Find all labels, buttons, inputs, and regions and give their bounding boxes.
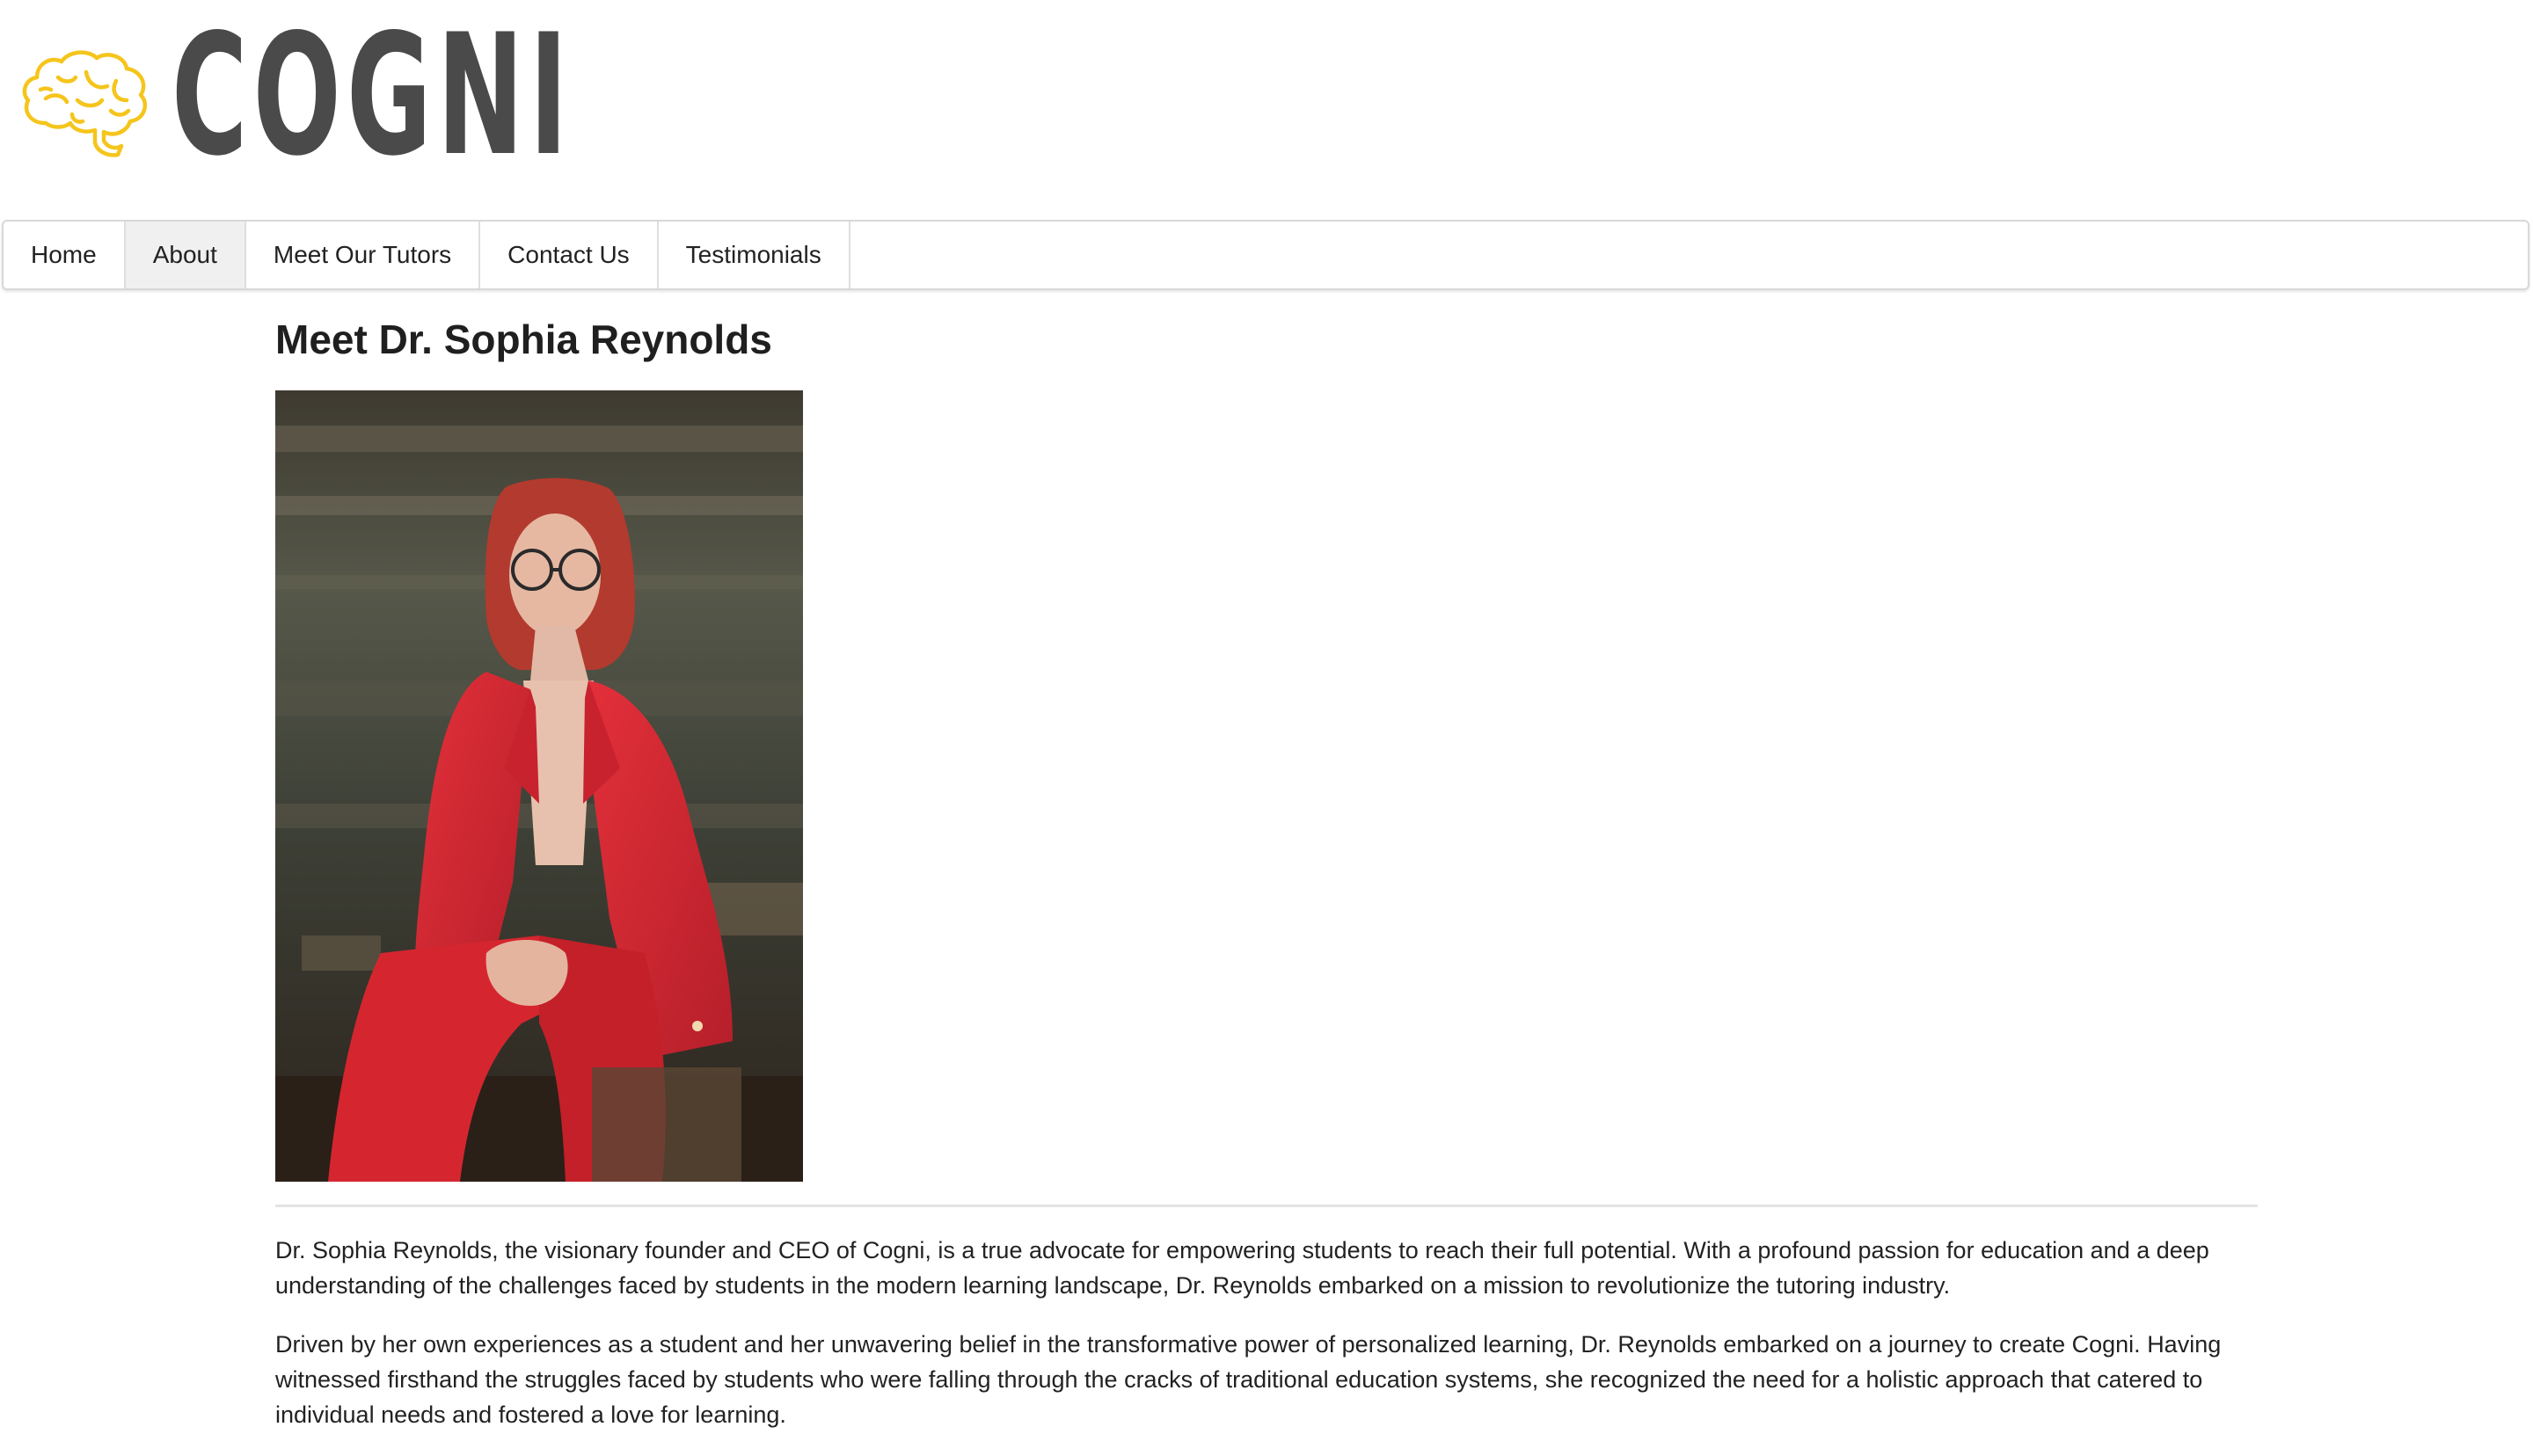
bio-paragraph-1: Dr. Sophia Reynolds, the visionary found… <box>275 1237 2209 1299</box>
nav-item-about[interactable]: About <box>125 222 246 288</box>
nav-item-contact-us[interactable]: Contact Us <box>480 222 659 288</box>
site-header: COGNI <box>0 0 2533 218</box>
founder-bio: Dr. Sophia Reynolds, the visionary found… <box>275 1233 2258 1456</box>
nav-item-home[interactable]: Home <box>4 222 126 288</box>
brain-icon[interactable] <box>19 46 153 158</box>
main-content: Meet Dr. Sophia Reynolds Dr. Sophia Reyn… <box>275 308 2258 1428</box>
main-nav: Home About Meet Our Tutors Contact Us Te… <box>2 220 2529 290</box>
content-divider <box>275 1205 2258 1207</box>
brand-wordmark[interactable]: COGNI <box>172 12 573 179</box>
nav-item-meet-our-tutors[interactable]: Meet Our Tutors <box>246 222 481 288</box>
nav-item-testimonials[interactable]: Testimonials <box>659 222 850 288</box>
bio-paragraph-2: Driven by her own experiences as a stude… <box>275 1331 2222 1428</box>
page-title: Meet Dr. Sophia Reynolds <box>275 317 772 362</box>
founder-portrait <box>275 390 803 1182</box>
